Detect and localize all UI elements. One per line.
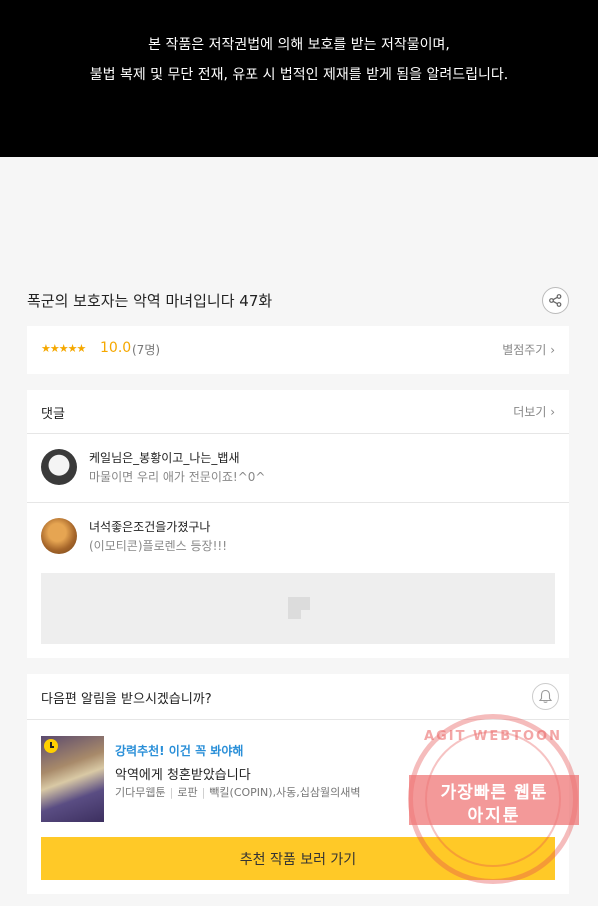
notification-question: 다음편 알림을 받으시겠습니까? — [41, 692, 212, 707]
comment-text: (이모티콘)플로렌스 등장!!! — [89, 539, 228, 553]
stamp-line-1: 가장빠른 웹툰 — [440, 783, 548, 803]
comment-item: 케일님은_봉황이고_나는_뱁새 마물이면 우리 애가 전문이죠!^0^ — [27, 434, 569, 503]
notice-line-2: 불법 복제 및 무단 전재, 유포 시 법적인 제재를 받게 됨을 알려드립니다… — [89, 67, 509, 83]
bell-icon — [538, 689, 553, 703]
watermark-stamp: AGIT WEBTOON 가장빠른 웹툰 아지툰 — [408, 714, 579, 884]
comment-more-link[interactable]: 더보기 › — [513, 403, 555, 420]
next-episode-header: 다음편 알림을 받으시겠습니까? — [27, 674, 569, 720]
recommended-title[interactable]: 악역에게 청혼받았습니다 — [115, 764, 251, 783]
ad-placeholder[interactable] — [41, 573, 555, 644]
rating-score: 10.0 — [100, 340, 132, 356]
comment-nickname: 녀석좋은조건을가졌구나 — [89, 520, 211, 534]
chevron-right-icon: › — [550, 343, 555, 357]
meta-genre: 로판 — [177, 786, 198, 799]
episode-title: 폭군의 보호자는 악역 마녀입니다 47화 — [27, 292, 273, 310]
recommendation-tag: 강력추천! 이건 꼭 봐야해 — [115, 744, 244, 758]
comment-text: 마물이면 우리 애가 전문이죠!^0^ — [89, 470, 266, 484]
rating-count: (7명) — [132, 343, 161, 357]
recommended-thumbnail[interactable] — [41, 736, 104, 822]
notice-line-1: 본 작품은 저작권법에 의해 보호를 받는 저작물이며, — [148, 37, 450, 53]
rating-stars: ★★★★★ — [41, 342, 86, 355]
stamp-line-2: 아지툰 — [467, 806, 521, 826]
image-placeholder-icon — [288, 597, 310, 619]
avatar — [41, 518, 77, 554]
share-icon — [549, 294, 562, 307]
comment-section: 댓글 더보기 › 케일님은_봉황이고_나는_뱁새 마물이면 우리 애가 전문이죠… — [27, 390, 569, 658]
recommended-meta: 기다무웹툰 | 로판 | 빽킬(COPIN),사동,십삼월의새벽 — [115, 786, 361, 799]
chevron-right-icon: › — [550, 405, 555, 419]
meta-category: 기다무웹툰 — [115, 786, 166, 799]
comment-header: 댓글 더보기 › — [27, 390, 569, 434]
clock-icon — [44, 739, 58, 753]
notification-toggle[interactable] — [532, 683, 559, 710]
rate-button-label: 별점주기 — [502, 343, 547, 357]
comment-nickname: 케일님은_봉황이고_나는_뱁새 — [89, 451, 240, 465]
rating-card: ★★★★★ 10.0 (7명) 별점주기 › — [27, 326, 569, 374]
rate-button[interactable]: 별점주기 › — [502, 341, 555, 358]
avatar — [41, 449, 77, 485]
meta-authors: 빽킬(COPIN),사동,십삼월의새벽 — [209, 786, 361, 799]
stamp-arc-text: AGIT WEBTOON — [424, 729, 562, 744]
comment-more-label: 더보기 — [513, 405, 547, 419]
comment-section-title: 댓글 — [41, 407, 65, 422]
comment-item: 녀석좋은조건을가졌구나 (이모티콘)플로렌스 등장!!! — [27, 503, 569, 572]
stamp-band: 가장빠른 웹툰 아지툰 — [409, 775, 579, 826]
copyright-notice: 본 작품은 저작권법에 의해 보호를 받는 저작물이며, 불법 복제 및 무단 … — [0, 0, 598, 157]
share-button[interactable] — [542, 287, 569, 314]
